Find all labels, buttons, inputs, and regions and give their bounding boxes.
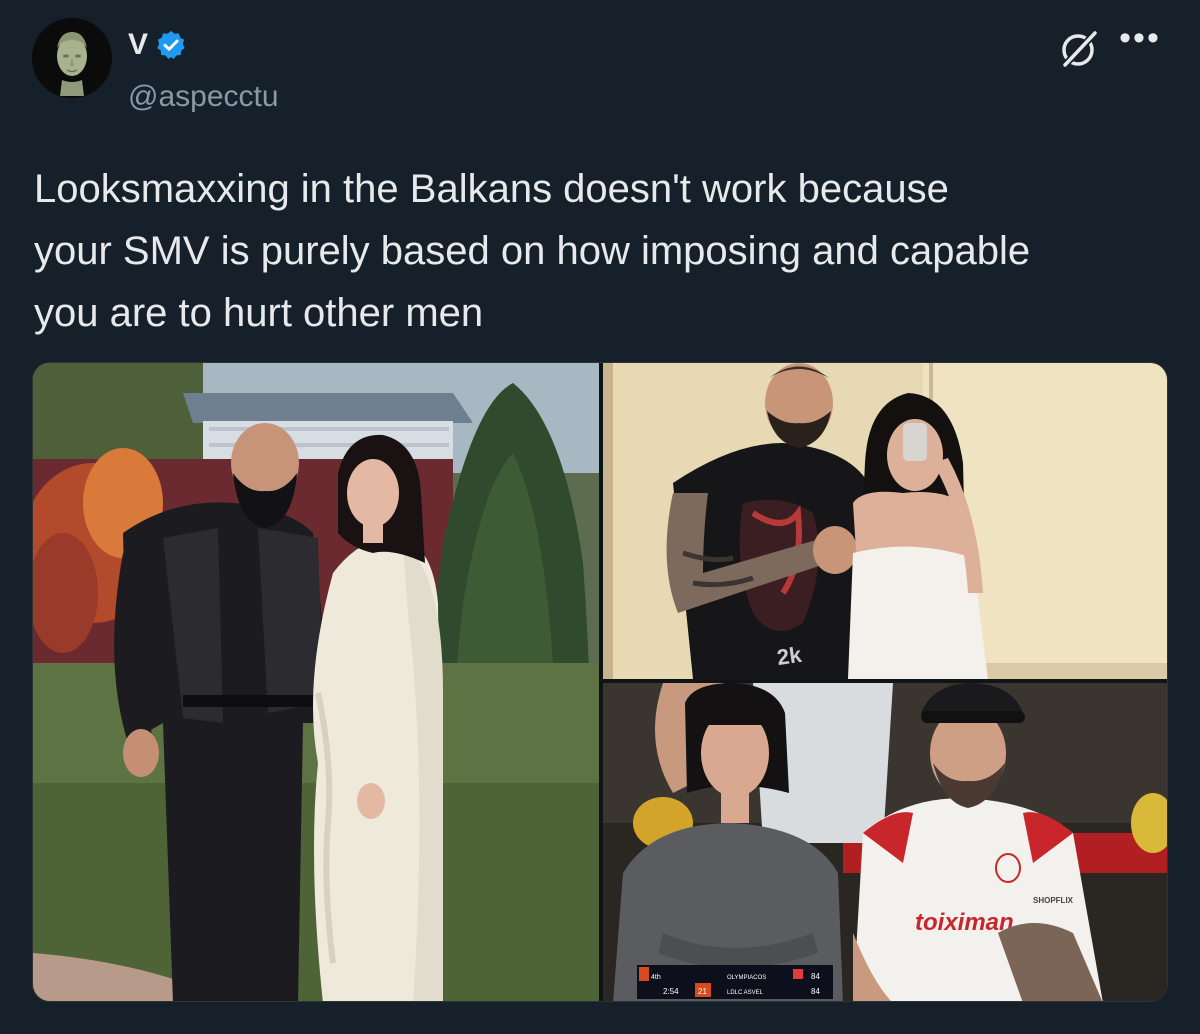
media-grid: 2k toiximan SHOPFLIX 4th 2:54 21 OLYMPIA…: [32, 362, 1168, 1002]
svg-text:84: 84: [811, 987, 820, 996]
photo-mirror-selfie[interactable]: 2k: [603, 363, 1167, 679]
author-name-row: V: [128, 28, 187, 62]
svg-text:84: 84: [811, 972, 820, 981]
display-name[interactable]: V: [128, 28, 149, 62]
jersey-shopflix-text: SHOPFLIX: [1033, 896, 1074, 905]
more-options-icon[interactable]: •••: [1112, 21, 1168, 58]
photo-garden-couple[interactable]: [33, 363, 599, 1001]
user-avatar[interactable]: [32, 18, 112, 98]
grok-icon[interactable]: [1056, 26, 1102, 72]
scorebug: 4th 2:54 21 OLYMPIACOS LDLC ASVEL 84 84: [637, 965, 833, 999]
user-handle[interactable]: @aspecctu: [128, 80, 279, 114]
avatar-statue-image: [32, 18, 112, 98]
photo-basketball-crowd[interactable]: toiximan SHOPFLIX 4th 2:54 21 OLYMPIACOS…: [603, 683, 1167, 1001]
svg-text:4th: 4th: [651, 974, 661, 981]
svg-text:OLYMPIACOS: OLYMPIACOS: [727, 975, 766, 981]
svg-text:LDLC ASVEL: LDLC ASVEL: [727, 990, 764, 996]
svg-text:2k: 2k: [775, 642, 803, 670]
svg-text:2:54: 2:54: [663, 987, 679, 996]
jersey-sponsor-text: toiximan: [915, 909, 1014, 936]
tweet-card: V @aspecctu ••• Looksmaxxing in the Balk…: [0, 0, 1200, 1034]
verified-badge-icon: [155, 29, 187, 61]
tweet-text: Looksmaxxing in the Balkans doesn't work…: [34, 167, 1031, 335]
svg-text:21: 21: [698, 987, 707, 996]
